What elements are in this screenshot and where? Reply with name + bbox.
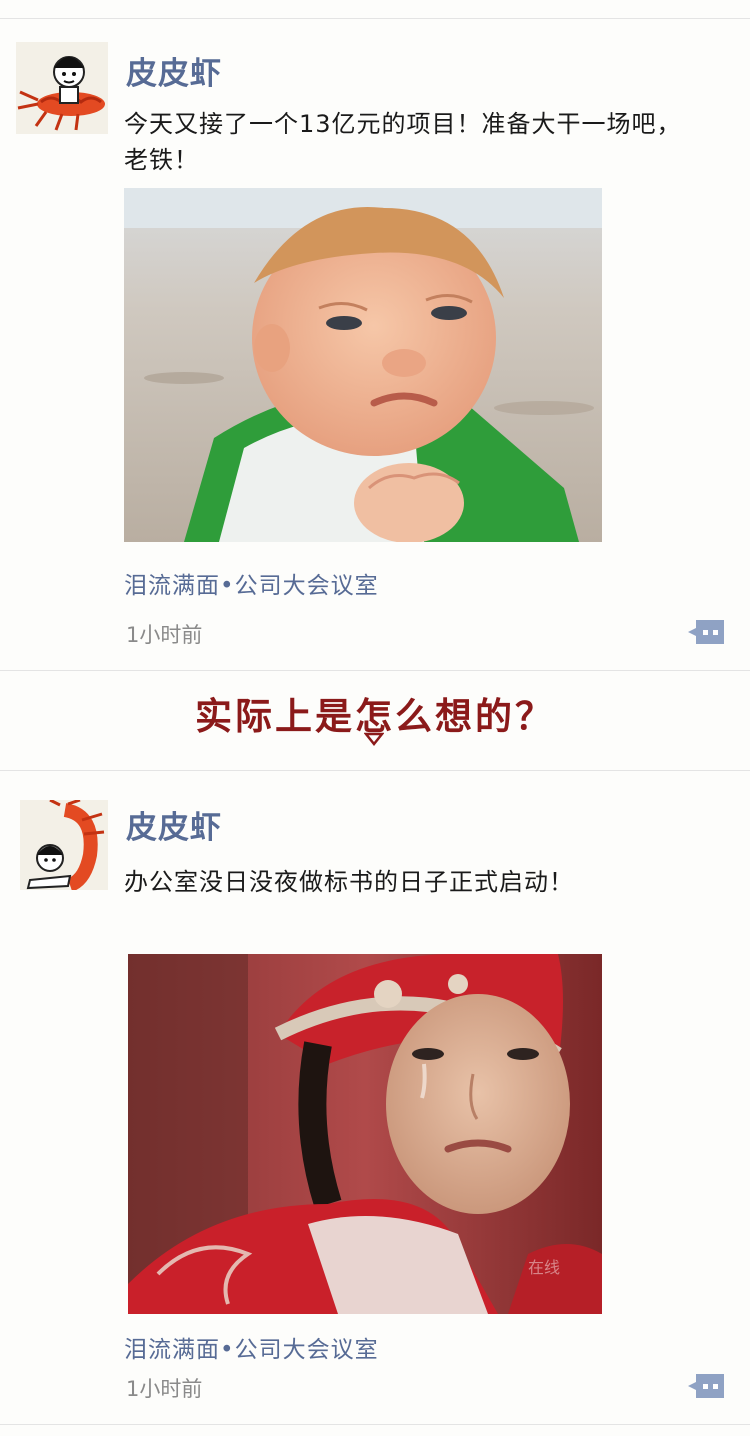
top-divider [0, 18, 750, 19]
location-link[interactable]: 泪流满面•公司大会议室 [124, 566, 379, 600]
avatar[interactable] [16, 42, 108, 134]
comment-button[interactable] [688, 1372, 726, 1400]
section-divider [0, 670, 750, 671]
post-photo[interactable] [124, 188, 602, 542]
bottom-divider [0, 1424, 750, 1425]
avatar[interactable] [20, 800, 108, 890]
section-divider [0, 770, 750, 771]
photo-watermark: 在线 [528, 1258, 561, 1277]
post-time: 1小时前 [126, 623, 203, 647]
comment-icon [688, 1374, 724, 1398]
shrimp-cartoon-icon [16, 42, 108, 134]
post-time: 1小时前 [126, 1377, 203, 1401]
post-text: 今天又接了一个13亿元的项目！准备大干一场吧，老铁！ [124, 110, 682, 174]
shrimp-cartoon-icon [20, 800, 108, 890]
post-photo[interactable]: 在线 [128, 954, 602, 1314]
down-arrow-icon [364, 732, 384, 746]
post-text: 办公室没日没夜做标书的日子正式启动！ [124, 868, 574, 896]
author-name[interactable]: 皮皮虾 [126, 48, 222, 93]
author-name[interactable]: 皮皮虾 [126, 802, 222, 847]
location-link[interactable]: 泪流满面•公司大会议室 [124, 1330, 379, 1364]
comment-button[interactable] [688, 618, 726, 646]
determined-baby-photo-icon [124, 188, 602, 542]
comment-icon [688, 620, 724, 644]
